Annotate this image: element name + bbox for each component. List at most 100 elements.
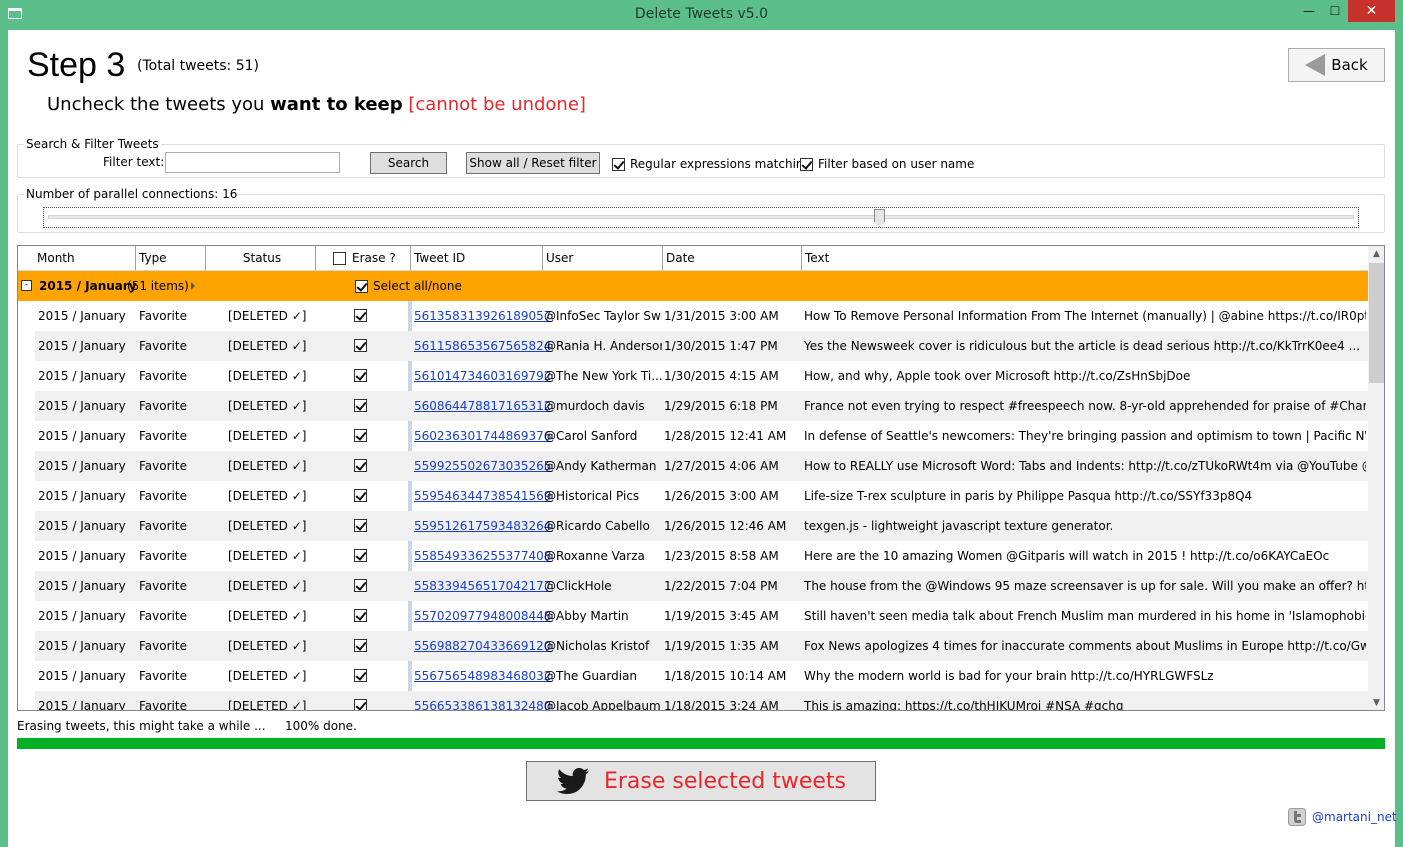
twitter-logo-icon [1288, 808, 1306, 826]
scroll-down-arrow-icon[interactable]: ▼ [1368, 695, 1384, 710]
cell-status: [DELETED ✓] [228, 429, 307, 443]
column-header-type[interactable]: Type [136, 246, 206, 270]
column-header-tweet-id[interactable]: Tweet ID [411, 246, 543, 270]
table-row[interactable]: 2015 / January Favorite [DELETED ✓] 5613583… [35, 301, 1368, 331]
cell-user: @Carol Sanford [544, 429, 638, 443]
cell-id[interactable]: 559925502673035265 [414, 451, 551, 481]
scroll-up-arrow-icon[interactable]: ▲ [1368, 246, 1384, 263]
cell-id[interactable]: 557020977948008448 [414, 601, 551, 631]
table-row[interactable]: 2015 / January Favorite [DELETED ✓] 5595126… [35, 511, 1368, 541]
erase-checkbox[interactable] [354, 639, 367, 652]
cell-text: Still haven't seen media talk about Fren… [804, 609, 1366, 623]
select-all-checkbox[interactable] [355, 279, 368, 293]
erase-checkbox[interactable] [354, 459, 367, 472]
back-button[interactable]: Back [1288, 48, 1385, 82]
cell-type: Favorite [139, 339, 187, 353]
table-row[interactable]: 2015 / January Favorite [DELETED ✓] 5583394… [35, 571, 1368, 601]
erase-checkbox[interactable] [354, 609, 367, 622]
cell-id[interactable]: 559512617593483264 [414, 511, 551, 541]
table-row[interactable]: 2015 / January Favorite [DELETED ✓] 5566533… [35, 691, 1368, 710]
reset-filter-button[interactable]: Show all / Reset filter [466, 152, 600, 174]
table-row[interactable]: 2015 / January Favorite [DELETED ✓] 5570209… [35, 601, 1368, 631]
table-row[interactable]: 2015 / January Favorite [DELETED ✓] 5569882… [35, 631, 1368, 661]
table-row[interactable]: 2015 / January Favorite [DELETED ✓] 5602363… [35, 421, 1368, 451]
cell-status: [DELETED ✓] [228, 519, 307, 533]
erase-checkbox[interactable] [354, 429, 367, 442]
column-header-erase[interactable]: Erase ? [316, 246, 411, 270]
scrollbar-thumb[interactable] [1369, 263, 1384, 383]
erase-checkbox[interactable] [354, 369, 367, 382]
column-header-date[interactable]: Date [663, 246, 802, 270]
cell-id[interactable]: 558339456517042177 [414, 571, 551, 601]
cell-month: 2015 / January [38, 609, 126, 623]
instructions-emphasis: want to keep [270, 94, 403, 115]
erase-checkbox[interactable] [354, 699, 367, 710]
regex-checkbox[interactable] [612, 157, 625, 171]
erase-checkbox[interactable] [354, 519, 367, 532]
username-filter-option[interactable]: Filter based on user name [800, 157, 974, 171]
group-row: - 2015 / January (51 items) Select all/n… [18, 271, 1368, 301]
erase-checkbox[interactable] [354, 489, 367, 502]
table-row[interactable]: 2015 / January Favorite [DELETED ✓] 5608644… [35, 391, 1368, 421]
cell-text: How to REALLY use Microsoft Word: Tabs a… [804, 459, 1366, 473]
cell-type: Favorite [139, 579, 187, 593]
erase-checkbox[interactable] [354, 579, 367, 592]
cell-text: In defense of Seattle's newcomers: They'… [804, 429, 1366, 443]
table-row[interactable]: 2015 / January Favorite [DELETED ✓] 5599255… [35, 451, 1368, 481]
table-row[interactable]: 2015 / January Favorite [DELETED ✓] 5595463… [35, 481, 1368, 511]
cell-id[interactable]: 558549336255377408 [414, 541, 551, 571]
table-row[interactable]: 2015 / January Favorite [DELETED ✓] 5567565… [35, 661, 1368, 691]
table-row[interactable]: 2015 / January Favorite [DELETED ✓] 5585493… [35, 541, 1368, 571]
maximize-button[interactable]: ☐ [1322, 0, 1348, 22]
erase-checkbox[interactable] [354, 549, 367, 562]
slider-thumb[interactable] [874, 209, 885, 227]
column-header-text[interactable]: Text [802, 246, 1368, 270]
regex-option[interactable]: Regular expressions matching [612, 157, 811, 171]
cell-date: 1/18/2015 10:14 AM [664, 669, 787, 683]
erase-checkbox[interactable] [354, 669, 367, 682]
cell-id[interactable]: 561158653567565824 [414, 331, 551, 361]
cell-user: @Nicholas Kristof [544, 639, 650, 653]
cell-id[interactable]: 556988270433669120 [414, 631, 551, 661]
close-button[interactable]: ✕ [1348, 0, 1395, 22]
cell-id[interactable]: 560864478817165312 [414, 391, 551, 421]
back-arrow-icon [1305, 54, 1326, 76]
username-filter-checkbox[interactable] [800, 157, 813, 171]
author-link[interactable]: @martani_net [1312, 810, 1397, 824]
cell-month: 2015 / January [38, 369, 126, 383]
cell-id[interactable]: 556653386138132480 [414, 691, 551, 710]
select-all-label: Select all/none [373, 279, 462, 293]
column-header-month[interactable]: Month [34, 246, 136, 270]
column-header-user[interactable]: User [543, 246, 663, 270]
cell-id[interactable]: 560236301744869376 [414, 421, 551, 451]
minimize-button[interactable]: — [1296, 0, 1322, 22]
erase-checkbox[interactable] [354, 309, 367, 322]
cell-user: @Rania H. Anderson [544, 339, 662, 353]
search-button[interactable]: Search [370, 152, 447, 174]
cell-type: Favorite [139, 369, 187, 383]
column-header-status[interactable]: Status [206, 246, 316, 270]
cell-text: Here are the 10 amazing Women @Gitparis … [804, 549, 1330, 563]
cell-month: 2015 / January [38, 669, 126, 683]
erase-checkbox[interactable] [354, 399, 367, 412]
cell-month: 2015 / January [38, 429, 126, 443]
cell-status: [DELETED ✓] [228, 459, 307, 473]
select-all-toggle[interactable]: Select all/none [355, 279, 462, 293]
table-row[interactable]: 2015 / January Favorite [DELETED ✓] 5610147… [35, 361, 1368, 391]
main-content: Step 3 (Total tweets: 51) Uncheck the tw… [8, 30, 1397, 847]
erase-selected-button[interactable]: Erase selected tweets [526, 761, 876, 801]
cell-type: Favorite [139, 429, 187, 443]
erase-checkbox[interactable] [354, 339, 367, 352]
cell-id[interactable]: 559546344738541569 [414, 481, 551, 511]
cell-id[interactable]: 556756548983468032 [414, 661, 551, 691]
filter-text-input[interactable] [165, 152, 340, 173]
cell-id[interactable]: 561358313926189057 [414, 301, 551, 331]
filter-text-label: Filter text: [103, 155, 165, 169]
group-collapse-toggle[interactable]: - [21, 280, 32, 291]
connections-slider[interactable] [43, 207, 1359, 228]
cell-date: 1/23/2015 8:58 AM [664, 549, 779, 563]
erase-header-checkbox[interactable] [333, 251, 346, 265]
table-row[interactable]: 2015 / January Favorite [DELETED ✓] 5611586… [35, 331, 1368, 361]
cell-id[interactable]: 561014734603169792 [414, 361, 551, 391]
progress-percent: 100% done. [285, 719, 357, 733]
